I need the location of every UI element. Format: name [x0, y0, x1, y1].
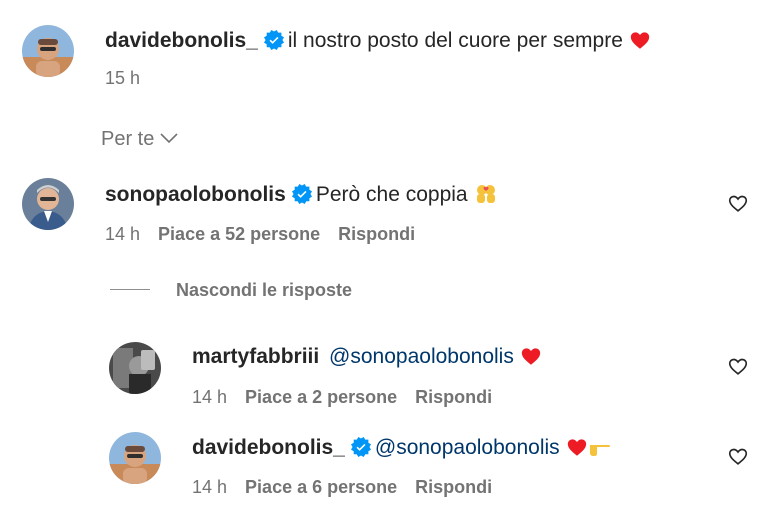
divider-line — [110, 289, 150, 290]
verified-badge-icon — [291, 184, 312, 204]
comment-time: 14 h — [105, 224, 141, 244]
avatar-davidebonolis[interactable] — [109, 432, 161, 484]
avatar-martyfabbriii[interactable] — [109, 342, 161, 394]
red-heart-icon — [521, 348, 541, 365]
hide-replies-button[interactable]: Nascondi le risposte — [110, 280, 352, 301]
comment-text: Però che coppia — [315, 183, 468, 206]
couple-kissing-icon — [476, 185, 495, 203]
reply-mention[interactable]: @sonopaolobonolis — [329, 345, 514, 368]
reply-likes[interactable]: Piace a 6 persone — [245, 477, 397, 497]
reply-meta: 14 h Piace a 6 persone Rispondi — [192, 476, 510, 498]
avatar-sonopaolobonolis[interactable] — [22, 178, 74, 230]
caption-username[interactable]: davidebonolis_ — [105, 29, 258, 52]
reply-row: davidebonolis_ @sonopaolobonolis — [192, 435, 612, 461]
reply-row: martyfabbriii @sonopaolobonolis — [192, 344, 542, 370]
reply-username[interactable]: martyfabbriii — [192, 345, 319, 368]
reply-button[interactable]: Rispondi — [338, 224, 415, 244]
hide-replies-label: Nascondi le risposte — [176, 280, 353, 300]
reply-button[interactable]: Rispondi — [415, 477, 492, 497]
reply-username[interactable]: davidebonolis_ — [192, 436, 345, 459]
red-heart-icon — [567, 439, 586, 456]
sort-dropdown[interactable]: Per te — [101, 128, 178, 151]
like-heart-icon[interactable] — [727, 192, 749, 214]
verified-badge-icon — [263, 30, 284, 50]
reply-button[interactable]: Rispondi — [415, 387, 492, 407]
comment-row: sonopaolobonolis Però che coppia — [105, 181, 498, 208]
caption-time: 15 h — [105, 68, 141, 88]
pointing-hand-icon — [589, 445, 610, 456]
chevron-down-icon — [160, 133, 178, 144]
comment-username[interactable]: sonopaolobonolis — [105, 183, 286, 206]
like-heart-icon[interactable] — [727, 445, 749, 467]
verified-badge-icon — [350, 437, 371, 457]
reply-likes[interactable]: Piace a 2 persone — [245, 387, 397, 407]
comment-meta: 14 h Piace a 52 persone Rispondi — [105, 223, 433, 245]
reply-time: 14 h — [192, 477, 228, 497]
caption-meta: 15 h — [105, 67, 158, 89]
avatar-davidebonolis[interactable] — [22, 25, 74, 77]
sort-label: Per te — [101, 128, 155, 150]
caption-text: il nostro posto del cuore per sempre — [287, 29, 623, 52]
comment-likes[interactable]: Piace a 52 persone — [158, 224, 320, 244]
reply-mention[interactable]: @sonopaolobonolis — [375, 436, 560, 459]
reply-time: 14 h — [192, 387, 228, 407]
caption-row: davidebonolis_ il nostro posto del cuore … — [105, 28, 651, 54]
red-heart-icon — [630, 32, 650, 49]
like-heart-icon[interactable] — [727, 355, 749, 377]
reply-meta: 14 h Piace a 2 persone Rispondi — [192, 386, 510, 408]
